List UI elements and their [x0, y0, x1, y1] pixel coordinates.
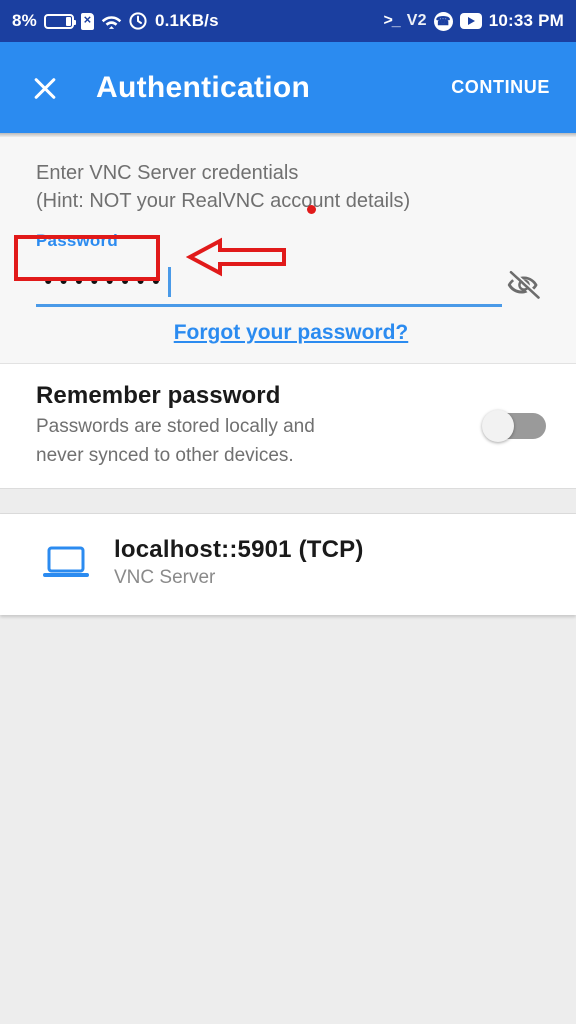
credentials-hint-line1: Enter VNC Server credentials	[36, 162, 299, 184]
password-input[interactable]: ••••••••	[36, 260, 502, 307]
server-name: localhost::5901 (TCP)	[114, 536, 364, 563]
v2-app-icon: V2	[406, 12, 427, 29]
network-speed-label: 0.1KB/s	[154, 11, 219, 30]
remember-password-subtitle-line1: Passwords are stored locally and	[36, 416, 315, 437]
battery-percent-label: 8%	[12, 11, 37, 30]
page-title: Authentication	[96, 70, 311, 104]
password-masked-value: ••••••••	[42, 269, 166, 294]
remember-password-toggle[interactable]	[482, 410, 546, 442]
remember-password-row[interactable]: Remember password Passwords are stored l…	[0, 364, 576, 489]
server-type: VNC Server	[114, 567, 216, 588]
server-text: localhost::5901 (TCP) VNC Server	[114, 536, 552, 589]
credentials-section: Enter VNC Server credentials (Hint: NOT …	[0, 137, 576, 364]
toggle-knob	[482, 410, 514, 442]
forgot-password-link[interactable]: Forgot your password?	[36, 321, 546, 345]
status-bar-time: 10:33 PM	[488, 11, 564, 30]
sim-card-icon	[80, 10, 94, 30]
terminal-icon: >_	[383, 12, 400, 29]
status-bar-right: >_ V2 ☎ 10:33 PM	[383, 11, 564, 31]
battery-icon	[43, 13, 76, 29]
status-bar-left: 8% 0.1KB/s	[12, 10, 219, 31]
text-caret	[168, 267, 172, 297]
remember-password-subtitle-line2: never synced to other devices.	[36, 445, 294, 466]
continue-button[interactable]: CONTINUE	[445, 69, 556, 106]
password-label: Password	[36, 231, 118, 250]
wifi-icon	[101, 13, 122, 30]
youtube-icon	[459, 13, 482, 29]
credentials-hint-line2: (Hint: NOT your RealVNC account details)	[36, 190, 411, 212]
remember-password-text: Remember password Passwords are stored l…	[36, 382, 464, 468]
password-row: ••••••••	[36, 261, 546, 307]
status-bar: 8% 0.1KB/s >_ V2 ☎ 10:33 PM	[0, 0, 576, 42]
close-icon[interactable]	[28, 71, 62, 105]
remember-password-title: Remember password	[36, 382, 281, 409]
server-list-item[interactable]: localhost::5901 (TCP) VNC Server	[0, 514, 576, 615]
eye-off-icon[interactable]	[502, 263, 546, 307]
laptop-icon	[40, 544, 92, 582]
app-bar: Authentication CONTINUE	[0, 42, 576, 133]
phone-icon: ☎	[433, 11, 453, 31]
clock-icon	[129, 12, 147, 30]
section-divider	[0, 489, 576, 514]
